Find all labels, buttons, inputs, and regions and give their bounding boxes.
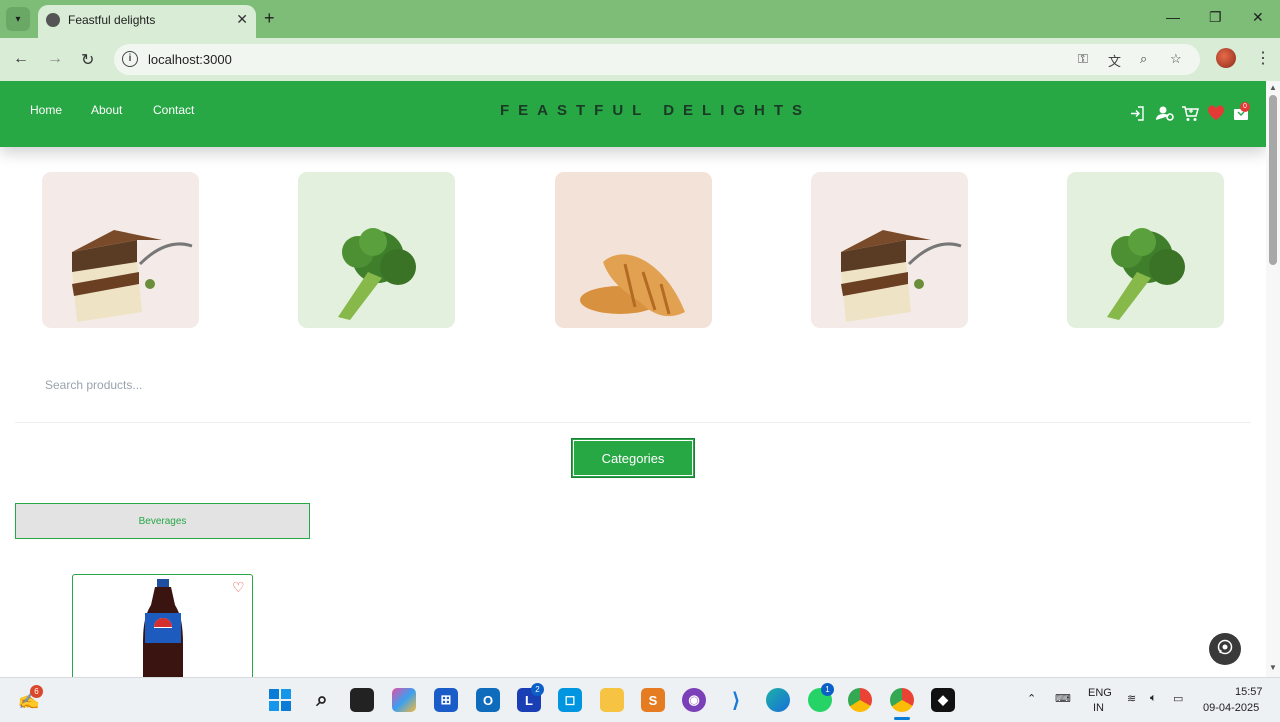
scroll-thumb[interactable] <box>1269 95 1277 265</box>
file-explorer-icon[interactable] <box>600 688 624 712</box>
back-button[interactable]: ← <box>13 50 29 68</box>
browser-tab[interactable]: Feastful delights ✕ <box>38 5 256 38</box>
edge-icon[interactable] <box>766 688 790 712</box>
nav-contact-link[interactable]: Contact <box>153 103 194 117</box>
volume-icon[interactable]: 🔈︎ <box>1150 692 1157 705</box>
category-beverages-button[interactable]: Beverages <box>15 503 310 539</box>
language-code[interactable]: ENG <box>1088 687 1112 699</box>
region-code[interactable]: IN <box>1093 702 1104 714</box>
nav-about-link[interactable]: About <box>91 103 122 117</box>
login-icon[interactable] <box>1129 105 1146 127</box>
whatsapp-chat-button[interactable] <box>1209 633 1241 665</box>
new-tab-button[interactable]: + <box>264 8 275 29</box>
tab-title: Feastful delights <box>68 13 156 27</box>
forward-button[interactable]: → <box>47 50 63 68</box>
carousel-item-broccoli-2[interactable] <box>1067 172 1224 328</box>
product-card[interactable]: ♡ <box>72 574 253 677</box>
cake-image <box>72 230 193 322</box>
search-input[interactable] <box>30 370 430 400</box>
globe-icon <box>46 13 60 27</box>
browser-tab-strip: ▾ Feastful delights ✕ + — ❐ ✕ <box>0 0 1280 38</box>
maximize-button[interactable]: ❐ <box>1209 9 1222 26</box>
sublime-icon[interactable]: S <box>641 688 665 712</box>
cart-count-badge: 0 <box>1240 102 1250 112</box>
scroll-down-icon[interactable]: ▼ <box>1269 663 1277 672</box>
browser-menu-icon[interactable]: ⋮ <box>1255 48 1271 68</box>
wifi-icon[interactable]: ≋ <box>1127 692 1136 705</box>
reload-button[interactable]: ↻ <box>81 50 94 70</box>
task-view-icon[interactable] <box>350 688 374 712</box>
heart-icon[interactable] <box>1207 105 1225 126</box>
user-settings-icon[interactable] <box>1156 105 1174 127</box>
battery-icon[interactable]: ▭ <box>1173 692 1183 705</box>
teams-badge: 2 <box>531 683 544 696</box>
whatsapp-icon <box>1217 639 1233 660</box>
github-icon[interactable]: ◉ <box>682 688 706 712</box>
carousel-item-broccoli[interactable] <box>298 172 455 328</box>
pepsi-bottle-image <box>143 579 183 677</box>
clock-time[interactable]: 15:57 <box>1235 686 1263 698</box>
cart-icon[interactable] <box>1181 105 1199 127</box>
tab-search-button[interactable]: ▾ <box>6 7 30 31</box>
vscode-icon[interactable]: ⟩ <box>724 688 748 712</box>
carousel-item-cake[interactable] <box>42 172 199 328</box>
copilot-icon[interactable] <box>392 688 416 712</box>
search-icon[interactable]: ⌕ <box>310 688 334 712</box>
divider <box>15 422 1251 423</box>
nav-home-link[interactable]: Home <box>30 103 62 117</box>
bookmark-star-icon[interactable]: ☆ <box>1170 51 1182 67</box>
translate-icon[interactable]: 文 <box>1108 51 1121 70</box>
terminal-icon[interactable]: ◆ <box>931 688 955 712</box>
address-bar[interactable]: i localhost:3000 ⚿ 文 ⌕ ☆ <box>114 44 1200 75</box>
broccoli-image <box>1107 228 1185 320</box>
wishlist-heart-icon[interactable]: ♡ <box>232 579 245 596</box>
active-app-indicator <box>894 717 910 720</box>
chevron-down-icon: ▾ <box>15 13 21 25</box>
page-scrollbar[interactable]: ▲ ▼ <box>1266 81 1280 677</box>
zoom-icon[interactable]: ⌕ <box>1140 51 1147 67</box>
password-key-icon[interactable]: ⚿ <box>1078 51 1088 67</box>
url-text: localhost:3000 <box>148 52 232 67</box>
outlook-icon[interactable]: O <box>476 688 500 712</box>
cake-image <box>841 230 962 322</box>
tray-overflow-icon[interactable]: ⌃ <box>1027 692 1036 705</box>
site-info-icon[interactable]: i <box>122 51 138 67</box>
store-icon[interactable]: ⊞ <box>434 688 458 712</box>
carousel-item-croissant[interactable] <box>555 172 712 328</box>
carousel-item-cake-2[interactable] <box>811 172 968 328</box>
photos-icon[interactable]: ◻ <box>558 688 582 712</box>
close-tab-icon[interactable]: ✕ <box>236 11 248 28</box>
scroll-up-icon[interactable]: ▲ <box>1269 83 1277 92</box>
close-window-button[interactable]: ✕ <box>1252 9 1264 26</box>
chrome-active-icon[interactable] <box>890 688 914 712</box>
browser-toolbar: ← → ↻ i localhost:3000 ⚿ 文 ⌕ ☆ ⋮ <box>0 38 1280 81</box>
chrome-icon[interactable] <box>848 688 872 712</box>
croissant-image <box>580 254 685 317</box>
page-viewport: Home About Contact FEASTFUL DELIGHTS 0 S… <box>0 81 1280 677</box>
minimize-button[interactable]: — <box>1166 9 1180 25</box>
app-notification-badge: 6 <box>30 685 43 698</box>
taskbar: ✍ 6 ⌕ ⊞ O L 2 ◻ S ◉ ⟩ 1 ◆ ⌃ ⌨ ENG IN ≋ 🔈… <box>0 677 1280 722</box>
clock-date[interactable]: 09-04-2025 <box>1203 702 1259 714</box>
broccoli-image <box>338 228 416 320</box>
categories-button[interactable]: Categories <box>571 438 695 478</box>
keyboard-icon[interactable]: ⌨ <box>1055 692 1071 705</box>
whatsapp-badge: 1 <box>821 683 834 696</box>
windows-start-icon[interactable] <box>268 688 292 712</box>
profile-avatar[interactable] <box>1216 48 1236 68</box>
site-header: Home About Contact FEASTFUL DELIGHTS 0 <box>0 81 1266 147</box>
brand-title: FEASTFUL DELIGHTS <box>500 102 812 119</box>
